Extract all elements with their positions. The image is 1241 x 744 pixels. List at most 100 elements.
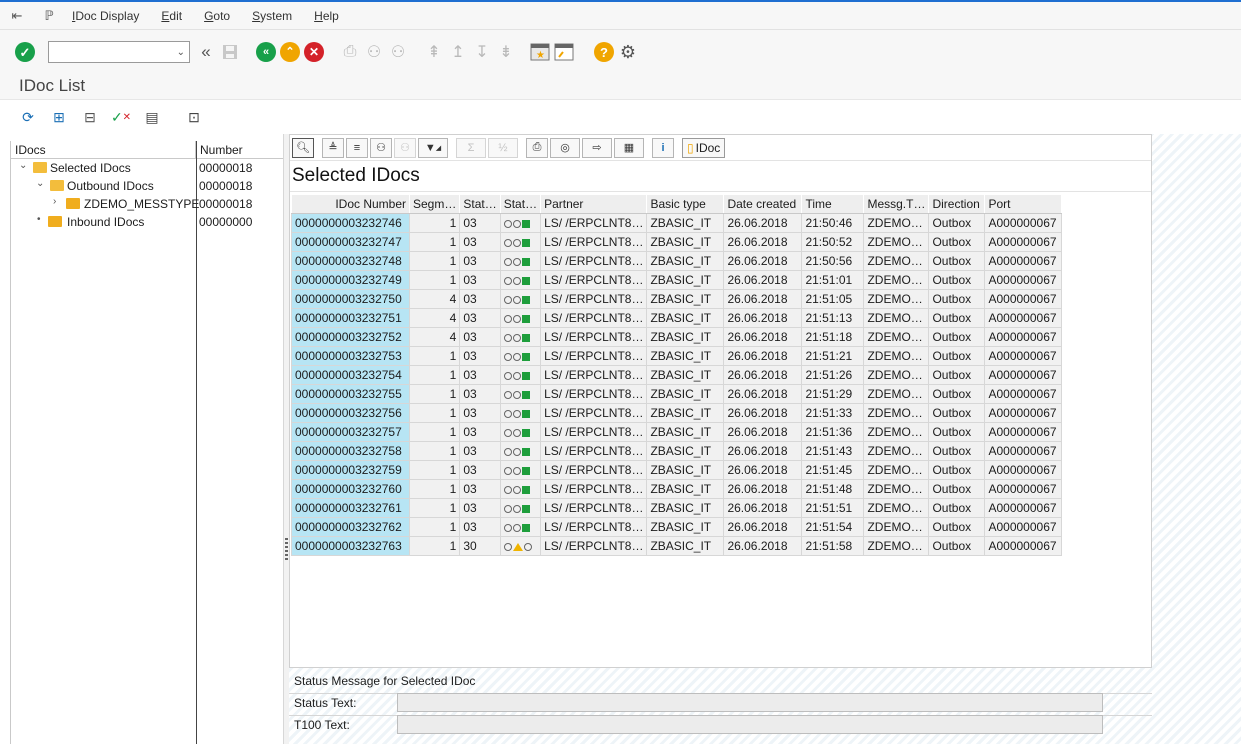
cell-segments[interactable]: 1 [408,346,461,366]
shortcut-icon[interactable] [552,40,576,64]
col-status[interactable]: Stat… [459,194,501,214]
first-page-icon[interactable]: ⇞ [422,40,446,64]
cell-basic-type[interactable]: ZBASIC_IT [646,308,725,328]
cell-time[interactable]: 21:51:45 [801,460,865,480]
cell-status[interactable]: 03 [459,365,501,385]
table-row[interactable]: 0000000003232753 1 03 LS/ /ERPCLNT8… ZBASIC_… [291,346,1063,366]
cell-date-created[interactable]: 26.06.2018 [723,384,803,404]
col-time[interactable]: Time [801,194,865,214]
cell-segments[interactable]: 1 [408,365,461,385]
cell-port[interactable]: A000000067 [984,346,1063,366]
cell-date-created[interactable]: 26.06.2018 [723,365,803,385]
cell-status-light[interactable] [499,498,542,518]
sort-ascending-icon[interactable]: ≜ [322,137,344,158]
tree-node-zdemo-messtype[interactable]: › ZDEMO_MESSTYPE 00000018 [11,195,283,213]
table-row[interactable]: 0000000003232757 1 03 LS/ /ERPCLNT8… ZBASIC_… [291,422,1063,442]
cell-message-type[interactable]: ZDEMO… [863,327,930,347]
cell-time[interactable]: 21:51:33 [801,403,865,423]
cell-message-type[interactable]: ZDEMO… [863,308,930,328]
cell-idoc-number[interactable]: 0000000003232753 [291,346,410,366]
cell-partner[interactable]: LS/ /ERPCLNT8… [540,308,648,328]
table-row[interactable]: 0000000003232755 1 03 LS/ /ERPCLNT8… ZBASIC_… [291,384,1063,404]
cell-segments[interactable]: 1 [408,251,461,271]
cell-direction[interactable]: Outbox [928,270,986,290]
views-icon[interactable]: ◎ [550,137,580,158]
menu-item[interactable]: IDoc Display [72,9,139,23]
cell-message-type[interactable]: ZDEMO… [863,232,930,252]
cell-basic-type[interactable]: ZBASIC_IT [646,251,725,271]
chevron-right-icon[interactable]: › [53,196,56,207]
cell-time[interactable]: 21:51:43 [801,441,865,461]
cell-message-type[interactable]: ZDEMO… [863,346,930,366]
cell-status-light[interactable] [499,441,542,461]
cell-date-created[interactable]: 26.06.2018 [723,517,803,537]
last-page-icon[interactable]: ⇟ [494,40,518,64]
cell-idoc-number[interactable]: 0000000003232752 [291,327,410,347]
tree-node-outbound-idocs[interactable]: ⌄ Outbound IDocs 00000018 [11,177,283,195]
cell-message-type[interactable]: ZDEMO… [863,460,930,480]
cell-idoc-number[interactable]: 0000000003232757 [291,422,410,442]
cell-basic-type[interactable]: ZBASIC_IT [646,365,725,385]
cell-status[interactable]: 03 [459,441,501,461]
select-deselect-icon[interactable]: ✓ ✕ [110,106,132,128]
cell-time[interactable]: 21:50:56 [801,251,865,271]
cell-date-created[interactable]: 26.06.2018 [723,422,803,442]
cell-segments[interactable]: 1 [408,213,461,233]
cell-status[interactable]: 03 [459,346,501,366]
print-icon[interactable]: ⎙ [338,40,362,64]
cell-status-light[interactable] [499,232,542,252]
info-icon[interactable]: i [652,137,674,158]
col-port[interactable]: Port [984,194,1063,214]
col-direction[interactable]: Direction [928,194,986,214]
cell-idoc-number[interactable]: 0000000003232755 [291,384,410,404]
cancel-icon[interactable]: ✕ [302,40,326,64]
cell-segments[interactable]: 1 [408,479,461,499]
find-next-icon[interactable]: ⚇ [386,40,410,64]
cell-message-type[interactable]: ZDEMO… [863,403,930,423]
cell-status-light[interactable] [499,517,542,537]
cell-date-created[interactable]: 26.06.2018 [723,327,803,347]
help-icon[interactable]: ? [592,40,616,64]
splitter-grip-icon[interactable] [285,538,288,560]
total-icon[interactable]: Σ [456,137,486,158]
cell-port[interactable]: A000000067 [984,308,1063,328]
cell-segments[interactable]: 4 [408,308,461,328]
idoc-button[interactable]: ▯ IDoc [682,137,726,158]
cell-direction[interactable]: Outbox [928,289,986,309]
cell-port[interactable]: A000000067 [984,327,1063,347]
cell-partner[interactable]: LS/ /ERPCLNT8… [540,251,648,271]
cell-direction[interactable]: Outbox [928,422,986,442]
filter-icon[interactable]: ▼ ◢ [418,137,448,158]
cell-date-created[interactable]: 26.06.2018 [723,251,803,271]
cell-status-light[interactable] [499,308,542,328]
cell-direction[interactable]: Outbox [928,365,986,385]
cell-basic-type[interactable]: ZBASIC_IT [646,441,725,461]
table-row[interactable]: 0000000003232756 1 03 LS/ /ERPCLNT8… ZBASIC_… [291,403,1063,423]
col-status-light[interactable]: Stat… [499,194,542,214]
cell-status[interactable]: 03 [459,232,501,252]
cell-partner[interactable]: LS/ /ERPCLNT8… [540,346,648,366]
find-icon[interactable]: ⚇ [362,40,386,64]
cell-direction[interactable]: Outbox [928,213,986,233]
cell-message-type[interactable]: ZDEMO… [863,479,930,499]
cell-segments[interactable]: 1 [408,232,461,252]
cell-partner[interactable]: LS/ /ERPCLNT8… [540,460,648,480]
cell-idoc-number[interactable]: 0000000003232761 [291,498,410,518]
find-icon[interactable]: ⚇ [370,137,392,158]
cell-status[interactable]: 03 [459,498,501,518]
expand-icon[interactable]: ⊞ [48,106,70,128]
cell-direction[interactable]: Outbox [928,384,986,404]
cell-time[interactable]: 21:51:01 [801,270,865,290]
cell-status[interactable]: 03 [459,289,501,309]
cell-date-created[interactable]: 26.06.2018 [723,403,803,423]
cell-idoc-number[interactable]: 0000000003232763 [291,536,410,556]
cell-basic-type[interactable]: ZBASIC_IT [646,289,725,309]
col-segments[interactable]: Segm… [408,194,461,214]
cell-direction[interactable]: Outbox [928,232,986,252]
cell-status-light[interactable] [499,422,542,442]
refresh-icon[interactable]: ⟳ [17,106,39,128]
cell-basic-type[interactable]: ZBASIC_IT [646,517,725,537]
cell-message-type[interactable]: ZDEMO… [863,384,930,404]
cell-segments[interactable]: 1 [408,460,461,480]
cell-partner[interactable]: LS/ /ERPCLNT8… [540,479,648,499]
